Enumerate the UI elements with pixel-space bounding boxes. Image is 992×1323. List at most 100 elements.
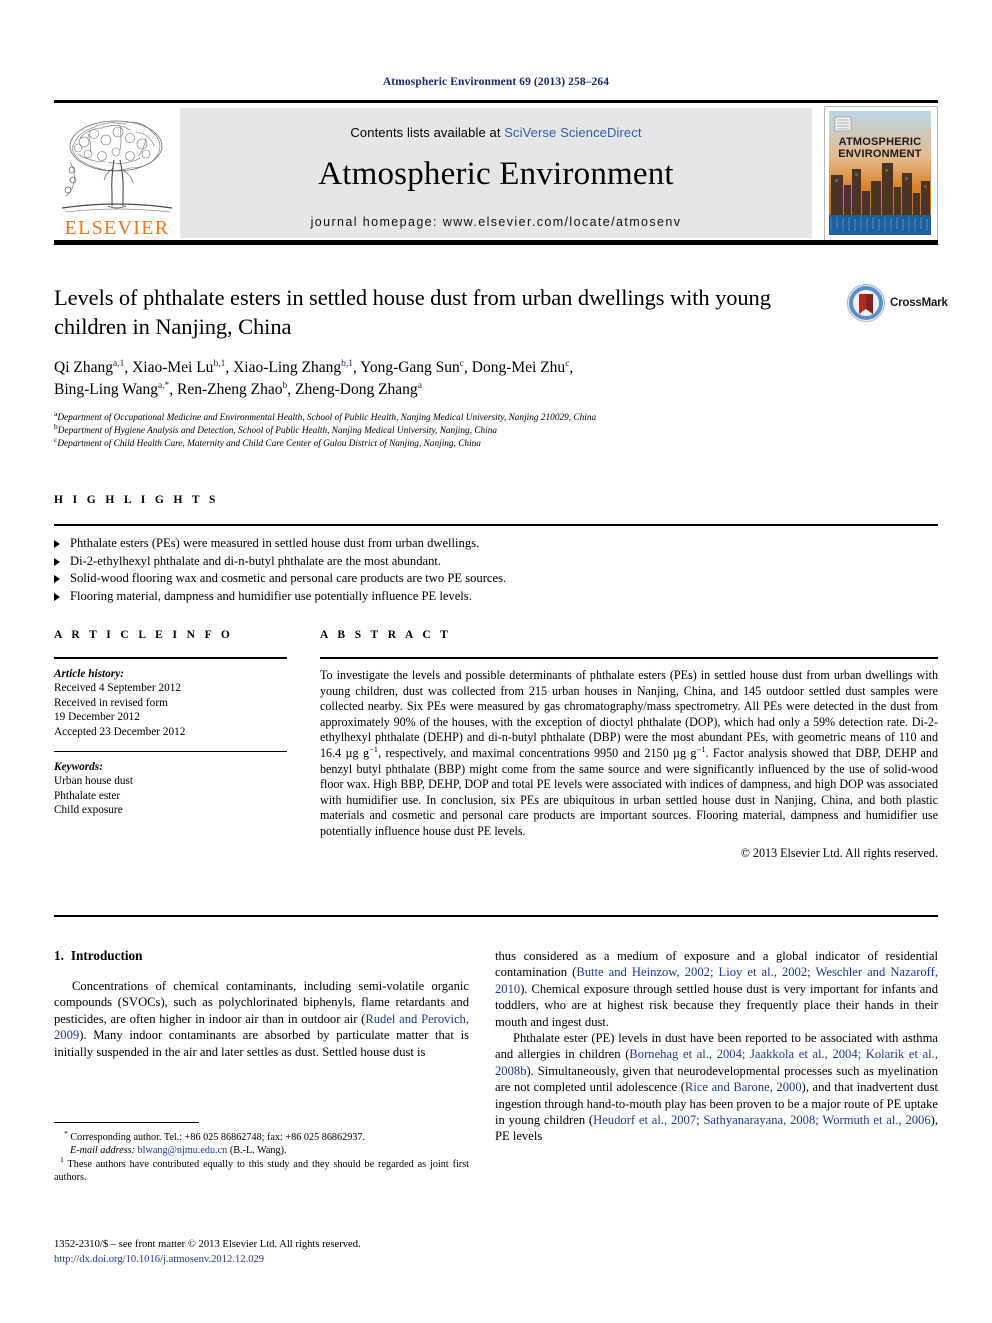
journal-cover-thumbnail: ATMOSPHERIC ENVIRONMENT [824, 106, 938, 242]
elsevier-logo: ELSEVIER [54, 108, 180, 238]
abstract-superscript-1: −1 [369, 743, 379, 754]
author-name: Yong-Gang Sun [360, 359, 460, 376]
history-item: Received in revised form [54, 696, 168, 709]
paragraph: Concentrations of chemical contaminants,… [54, 978, 469, 1060]
page-title: Levels of phthalate esters in settled ho… [54, 285, 771, 339]
paragraph-text: ). Chemical exposure through settled hou… [495, 981, 938, 1029]
triangle-bullet-icon [54, 575, 60, 583]
highlights-heading: H I G H L I G H T S [54, 494, 219, 506]
keywords-block: Keywords: Urban house dust Phthalate est… [54, 760, 287, 818]
list-item: Phthalate esters (PEs) were measured in … [54, 535, 938, 553]
abstract-section: A B S T R A C T To investigate the level… [320, 629, 938, 861]
journal-homepage-link[interactable]: journal homepage: www.elsevier.com/locat… [180, 215, 812, 229]
article-history: Article history: Received 4 September 20… [54, 667, 287, 739]
issn-copyright-line: 1352-2310/$ – see front matter © 2013 El… [54, 1239, 361, 1250]
author-name: Xiao-Ling Zhang [233, 359, 342, 376]
author-list: Qi Zhanga,1, Xiao-Mei Lub,1, Xiao-Ling Z… [54, 357, 854, 401]
paragraph-text: ). Many indoor contaminants are absorbed… [54, 1028, 469, 1059]
article-info-rule [54, 657, 287, 659]
keyword-item: Urban house dust [54, 775, 134, 788]
affiliation-item: aDepartment of Occupational Medicine and… [54, 410, 934, 425]
crossmark-badge[interactable]: CrossMark [846, 283, 948, 339]
footnote-corresponding-author: * Corresponding author. Tel.: +86 025 86… [54, 1129, 469, 1158]
author-name: Xiao-Mei Lu [132, 359, 214, 376]
footnote-rule [54, 1122, 199, 1123]
author-line-1: Qi Zhanga,1, Xiao-Mei Lub,1, Xiao-Ling Z… [54, 359, 573, 398]
affiliation-item: bDepartment of Hygiene Analysis and Dete… [54, 423, 934, 438]
triangle-bullet-icon [54, 557, 60, 566]
journal-title: Atmospheric Environment [318, 156, 674, 192]
highlight-text: Phthalate esters (PEs) were measured in … [70, 536, 480, 550]
article-info-section: A R T I C L E I N F O Article history: R… [54, 629, 287, 818]
highlight-text: Flooring material, dampness and humidifi… [70, 588, 472, 603]
journal-article-page: Atmospheric Environment 69 (2013) 258–26… [0, 0, 992, 1323]
author-marks: a,1 [112, 358, 125, 369]
highlight-text: Di-2-ethylhexyl phthalate and di-n-butyl… [70, 553, 442, 568]
author-name: Dong-Mei Zhu [471, 359, 566, 376]
imprint-block: 1352-2310/$ – see front matter © 2013 El… [54, 1238, 554, 1267]
history-item: Received 4 September 2012 [54, 682, 182, 695]
contents-prefix: Contents lists available at [350, 125, 505, 140]
journal-masthead: ELSEVIER Contents lists available at Sci… [54, 100, 938, 245]
email-suffix: (B.-L. Wang). [227, 1145, 287, 1157]
author-marks: b,1 [213, 358, 226, 369]
svg-text:ENVIRONMENT: ENVIRONMENT [838, 148, 922, 160]
sep: , [169, 381, 178, 398]
history-item: 19 December 2012 [54, 711, 140, 724]
body-right-column: thus considered as a medium of exposure … [495, 948, 938, 1145]
list-item: Flooring material, dampness and humidifi… [54, 588, 938, 606]
list-item: Solid-wood flooring wax and cosmetic and… [54, 570, 938, 588]
email-label: E-mail address: [70, 1145, 135, 1157]
author-marks: b,1 [341, 358, 353, 369]
abstract-rule [320, 657, 938, 659]
email-link[interactable]: blwang@njmu.edu.cn [138, 1145, 228, 1156]
article-info-heading: A R T I C L E I N F O [54, 629, 234, 641]
sciencedirect-link[interactable]: SciVerse ScienceDirect [504, 125, 641, 140]
masthead-top-rule [54, 100, 938, 103]
section-heading-introduction: 1. Introduction [54, 948, 469, 964]
masthead-grey-band: Contents lists available at SciVerse Sci… [180, 108, 812, 238]
history-item: Accepted 23 December 2012 [54, 725, 186, 738]
svg-text:ATMOSPHERIC: ATMOSPHERIC [839, 136, 922, 148]
affiliation-text: Department of Child Health Care, Materni… [57, 439, 481, 450]
paragraph: Phthalate ester (PE) levels in dust have… [495, 1030, 938, 1145]
masthead-bottom-rule [54, 240, 938, 245]
affiliation-list: aDepartment of Occupational Medicine and… [54, 410, 934, 452]
highlight-text: Solid-wood flooring wax and cosmetic and… [70, 571, 507, 585]
body-left-column: 1. Introduction Concentrations of chemica… [54, 948, 469, 1060]
abstract-text: To investigate the levels and possible d… [320, 668, 938, 840]
sep: , [464, 359, 472, 376]
sep: , [287, 381, 295, 398]
article-history-label: Article history: [54, 668, 124, 680]
author-name: Qi Zhang [54, 359, 113, 376]
elsevier-wordmark: ELSEVIER [64, 217, 170, 239]
doi-link[interactable]: http://dx.doi.org/10.1016/j.atmosenv.201… [54, 1253, 554, 1268]
highlights-rule [54, 524, 938, 526]
section-title: Introduction [70, 948, 143, 963]
author-name: Zheng-Dong Zhang [295, 381, 418, 398]
author-name: Bing-Ling Wang [54, 381, 158, 398]
affiliation-text: Department of Occupational Medicine and … [57, 413, 597, 423]
crossmark-label: CrossMark [890, 297, 948, 309]
affiliation-item: cDepartment of Child Health Care, Matern… [54, 436, 934, 451]
abstract-copyright: © 2013 Elsevier Ltd. All rights reserved… [740, 845, 938, 860]
sep: , [124, 359, 133, 376]
sep: , [569, 359, 574, 376]
title-block: Levels of phthalate esters in settled ho… [54, 283, 844, 341]
journal-cover-art: ATMOSPHERIC ENVIRONMENT [829, 111, 931, 235]
sep: , [225, 359, 234, 376]
list-item: Di-2-ethylhexyl phthalate and di-n-butyl… [54, 553, 938, 571]
running-head: Atmospheric Environment 69 (2013) 258–26… [382, 76, 610, 88]
citation-link[interactable]: Heudorf et al., 2007; Sathyanarayana, 20… [593, 1113, 931, 1127]
author-name: Ren-Zheng Zhao [177, 381, 283, 398]
highlights-section: H I G H L I G H T S Phthalate esters (PE… [54, 494, 938, 605]
footnotes-block: * Corresponding author. Tel.: +86 025 86… [54, 1122, 469, 1185]
footnote-equal-contribution: 1 These authors have contributed equally… [54, 1156, 469, 1185]
crossmark-icon [847, 284, 885, 322]
abstract-superscript-2: −1 [696, 743, 706, 754]
contents-available-line: Contents lists available at SciVerse Sci… [180, 108, 812, 140]
citation-link[interactable]: Rice and Barone, 2000 [685, 1080, 802, 1094]
keywords-rule [54, 751, 287, 753]
triangle-bullet-icon [54, 592, 60, 601]
section-number: 1. [54, 948, 64, 963]
